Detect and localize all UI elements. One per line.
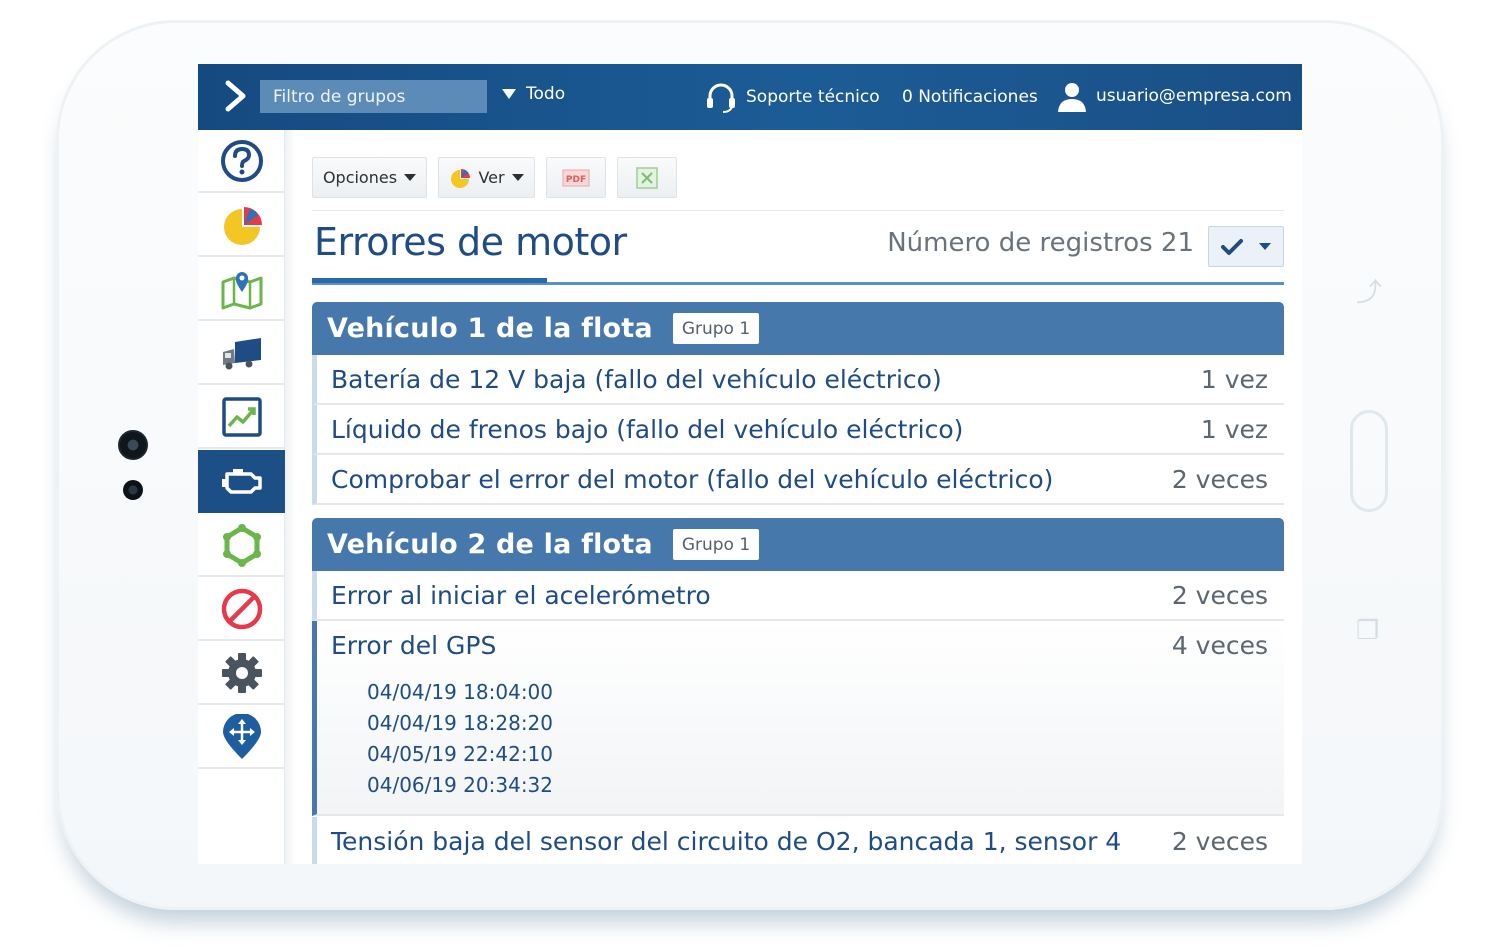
forbidden-icon [221,588,262,629]
fault-name: Batería de 12 V baja (fallo del vehículo… [331,365,942,394]
map-icon [221,271,262,309]
user-menu[interactable]: usuario@empresa.com [1056,80,1292,112]
copy-icon[interactable]: ❐ [1356,618,1379,644]
top-bar: Todo Soporte técnico 0 Notificaciones us… [198,64,1302,130]
scope-label: Todo [526,84,566,104]
notifications-label: 0 Notificaciones [902,87,1038,107]
excel-icon [636,166,658,189]
user-email: usuario@empresa.com [1096,86,1292,106]
scope-dropdown[interactable]: Todo [502,84,565,104]
rules-icon [222,523,261,567]
group-badge: Grupo 1 [672,313,760,344]
pie-chart-icon [223,206,262,245]
options-button[interactable]: Opciones [312,157,427,198]
fault-count: 2 veces [1171,465,1268,494]
caret-down-icon [1259,243,1271,250]
fault-row[interactable]: Líquido de frenos bajo (fallo del vehícu… [312,405,1284,455]
sidebar-item-map[interactable] [198,258,285,321]
view-button[interactable]: Ver [438,157,535,198]
fault-count: 4 veces [1171,631,1268,660]
fault-name: Error al iniciar el acelerómetro [331,581,711,610]
sidebar-item-vehicles[interactable] [198,322,285,385]
checkmark-icon [1221,238,1243,255]
fault-row[interactable]: Batería de 12 V baja (fallo del vehículo… [312,355,1284,405]
support-link[interactable]: Soporte técnico [704,80,880,114]
fault-name: Comprobar el error del motor (fallo del … [331,465,1054,494]
export-excel-button[interactable] [617,157,677,198]
timestamp: 04/05/19 22:42:10 [367,742,554,766]
record-count: Número de registros 21 [887,228,1194,258]
sidebar-item-settings[interactable] [198,642,285,705]
sidebar-item-exceptions[interactable] [198,578,285,641]
timestamp: 04/06/19 20:34:32 [367,773,554,797]
toolbar-divider [312,210,1284,211]
fault-name: Líquido de frenos bajo (fallo del vehícu… [331,415,964,444]
chevron-right-icon[interactable] [216,76,256,116]
truck-icon [222,337,261,369]
timestamp: 04/04/19 18:04:00 [367,680,554,704]
home-button[interactable] [1350,410,1388,512]
sidebar-item-rules[interactable] [198,514,285,577]
svg-text:PDF: PDF [566,175,586,185]
sidebar-shadow [285,130,295,864]
headset-icon [707,83,735,113]
sidebar-item-location[interactable] [198,706,285,769]
title-underline-accent [312,278,547,283]
sidebar-nav [198,130,285,864]
view-label: Ver [478,168,505,187]
help-icon [220,139,263,182]
group-filter-input[interactable] [260,80,487,113]
sidebar-item-engine[interactable] [198,450,285,513]
pdf-icon: PDF [562,169,590,186]
pie-chart-icon [451,168,471,188]
fault-row-expanded[interactable]: Error del GPS 4 veces 04/04/19 18:04:00 … [312,621,1284,816]
fault-count: 2 veces [1171,581,1268,610]
sidebar-item-help[interactable] [198,130,285,193]
fault-count: 1 vez [1200,365,1268,394]
app-screen: Todo Soporte técnico 0 Notificaciones us… [198,64,1302,864]
notifications-link[interactable]: 0 Notificaciones [902,87,1038,107]
user-icon [1058,83,1086,112]
caret-down-icon [404,174,417,181]
page-title: Errores de motor [314,220,627,264]
vehicle-group-header[interactable]: Vehículo 2 de la flota Grupo 1 [312,518,1284,571]
fault-count: 1 vez [1200,415,1268,444]
caret-down-icon [511,174,524,181]
select-all-button[interactable] [1208,226,1284,267]
options-label: Opciones [322,168,398,187]
fault-name: Tensión baja del sensor del circuito de … [331,827,1122,856]
timestamp: 04/04/19 18:28:20 [367,711,554,735]
trend-chart-icon [221,396,262,437]
sidebar-item-dashboard[interactable] [198,194,285,257]
caret-down-icon [502,89,516,99]
fault-row[interactable]: Error al iniciar el acelerómetro 2 veces [312,571,1284,621]
vehicle-name: Vehículo 1 de la flota [327,313,653,344]
support-label: Soporte técnico [746,87,880,107]
group-badge: Grupo 1 [672,529,760,560]
engine-icon [221,468,262,494]
fault-name: Error del GPS [331,631,497,660]
vehicle-name: Vehículo 2 de la flota [327,529,653,560]
vehicle-group-header[interactable]: Vehículo 1 de la flota Grupo 1 [312,302,1284,355]
location-arrows-icon [222,713,261,759]
export-pdf-button[interactable]: PDF [546,157,606,198]
camera-lens [118,430,148,460]
gear-icon [221,652,262,693]
fault-row[interactable]: Tensión baja del sensor del circuito de … [312,817,1284,864]
fault-row[interactable]: Comprobar el error del motor (fallo del … [312,455,1284,505]
fault-count: 2 veces [1171,827,1268,856]
camera-sensor [123,480,143,500]
timestamp-list: 04/04/19 18:04:00 04/04/19 18:28:20 04/0… [367,677,553,801]
sidebar-item-activity[interactable] [198,386,285,449]
back-icon[interactable]: ⤴ [1356,280,1382,306]
